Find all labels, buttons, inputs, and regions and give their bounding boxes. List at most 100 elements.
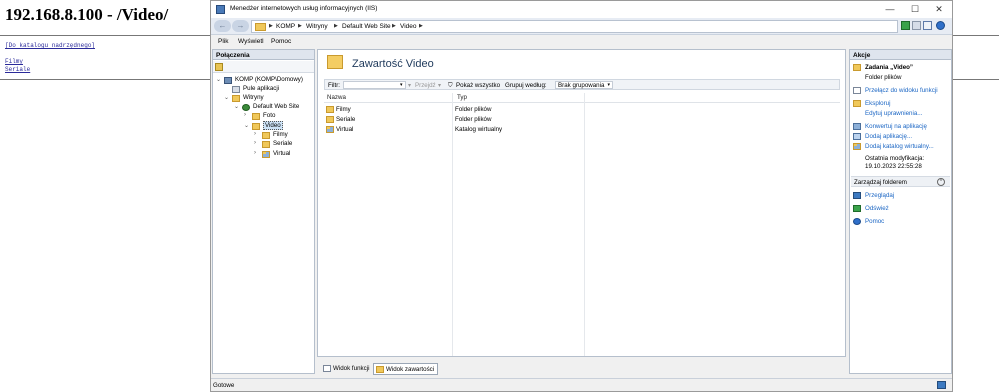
filter-input[interactable] (343, 81, 406, 89)
convert-icon (853, 123, 861, 130)
group-by-select[interactable]: Brak grupowania ▾ (555, 81, 613, 89)
show-all-button[interactable]: Pokaż wszystko (456, 82, 500, 89)
virtual-dir-icon (326, 126, 334, 133)
action-label: Pomoc (865, 218, 885, 225)
action-label: Przełącz do widoku funkcji (865, 87, 938, 94)
tab-content-view[interactable]: Widok zawartości (373, 363, 439, 375)
menu-file[interactable]: Plik (218, 38, 228, 45)
expand-icon[interactable]: › (254, 140, 261, 146)
tab-features-view[interactable]: Widok funkcji (321, 363, 372, 375)
action-label: Edytuj uprawnienia... (865, 110, 923, 117)
add-application-icon (853, 133, 861, 140)
folder-icon (327, 55, 343, 69)
menu-help[interactable]: Pomoc (271, 38, 291, 45)
link-filmy[interactable]: Filmy (5, 58, 23, 65)
collapse-icon[interactable]: ⌄ (234, 103, 241, 110)
action-label: Odśwież (865, 205, 889, 212)
tree-item-label: Video (263, 121, 283, 130)
chevron-down-icon[interactable]: ▾ (438, 82, 441, 89)
expand-icon[interactable]: › (244, 112, 251, 118)
collapse-icon[interactable]: ⌄ (224, 94, 231, 101)
help-icon[interactable] (936, 21, 945, 30)
actions-header: Akcje (849, 49, 952, 60)
show-all-icon: ⛉ (448, 81, 453, 89)
table-row[interactable]: Filmy Folder plików (324, 105, 584, 115)
back-arrow-icon[interactable]: ← (214, 20, 231, 32)
menu-view[interactable]: Wyświetl (238, 38, 264, 45)
action-label: Przeglądaj (865, 192, 895, 199)
go-button[interactable]: Przejdź (415, 82, 436, 89)
tab-label: Widok funkcji (333, 365, 370, 372)
go-filter-icon: ▾ (408, 81, 412, 89)
menu-bar: Plik Wyświetl Pomoc (211, 35, 952, 48)
collapse-section-icon[interactable]: ⌃ (937, 178, 945, 186)
manage-folder-header[interactable]: Zarządzaj folderem ⌃ (851, 176, 950, 187)
expand-icon[interactable]: › (254, 131, 261, 137)
window-icon[interactable] (923, 21, 932, 30)
folder-icon (262, 132, 270, 139)
folder-icon (255, 23, 266, 31)
collapse-icon[interactable]: ⌄ (244, 122, 251, 129)
create-connection-icon[interactable] (215, 63, 223, 71)
column-divider[interactable] (584, 93, 585, 356)
connections-header: Połączenia (212, 49, 315, 60)
tree-item-label: Seriale (273, 140, 293, 147)
iis-manager-window: Menedżer internetowych usług informacyjn… (210, 0, 953, 392)
tree-item-label: Default Web Site (253, 103, 300, 110)
stop-icon[interactable] (912, 21, 921, 30)
breadcrumb-witryny[interactable]: Witryny (306, 23, 328, 30)
content-header: Zawartość Video (318, 50, 845, 76)
window-title: Menedżer internetowych usług informacyjn… (230, 5, 378, 12)
folder-icon (326, 106, 334, 113)
task-subtitle-label: Folder plików (865, 74, 902, 81)
tree-item-label: Virtual (273, 150, 291, 157)
iis-app-icon (216, 5, 225, 14)
collapse-icon[interactable]: ⌄ (216, 76, 223, 83)
expand-icon[interactable]: › (254, 150, 261, 156)
app-pool-icon (232, 86, 240, 93)
features-view-icon (323, 365, 331, 372)
breadcrumb-separator: ▶ (298, 23, 302, 29)
forward-arrow-icon[interactable]: → (232, 20, 249, 32)
folder-icon (252, 123, 260, 130)
content-view-icon (376, 366, 384, 373)
connect-icon[interactable] (901, 21, 910, 30)
action-label: Eksploruj (865, 100, 891, 107)
maximize-button[interactable]: ☐ (903, 1, 927, 18)
status-bar: Gotowe (211, 378, 952, 391)
task-title-label: Zadania „Video” (865, 64, 914, 71)
column-name[interactable]: Nazwa (327, 94, 346, 101)
tab-label: Widok zawartości (386, 366, 435, 373)
filter-bar: Filtr: ▾ ▾ Przejdź ▾ ⛉ Pokaż wszystko Gr… (324, 79, 840, 90)
actions-panel: Akcje Zadania „Video” Folder plików Prze… (849, 49, 952, 374)
parent-directory-link[interactable]: [Do katalogu nadrzędnego] (5, 42, 95, 49)
action-label: Dodaj aplikację... (865, 133, 913, 140)
page-title: Zawartość Video (352, 58, 434, 70)
server-icon (224, 77, 232, 84)
row-name: Filmy (336, 106, 351, 113)
breadcrumb-video[interactable]: Video (400, 23, 417, 30)
group-by-label: Grupuj według: (505, 81, 547, 89)
table-row[interactable]: Seriale Folder plików (324, 115, 584, 125)
row-type: Folder plików (455, 106, 492, 113)
minimize-button[interactable]: — (878, 1, 902, 18)
group-by-value: Brak grupowania (558, 82, 605, 89)
breadcrumb-komp[interactable]: KOMP (276, 23, 295, 30)
chevron-down-icon: ▾ (607, 82, 610, 88)
breadcrumb[interactable]: ▶ KOMP ▶ Witryny ▶ Default Web Site ▶ Vi… (251, 20, 898, 33)
table-row[interactable]: Virtual Katalog wirtualny (324, 125, 584, 135)
column-type[interactable]: Typ (457, 94, 467, 101)
breadcrumb-default-web-site[interactable]: Default Web Site (342, 23, 391, 30)
explore-icon (853, 100, 861, 107)
close-button[interactable]: ✕ (927, 1, 951, 18)
tree-item-label: Filmy (273, 131, 288, 138)
chevron-down-icon[interactable]: ▾ (400, 82, 403, 88)
tree-item-label: Foto (263, 112, 276, 119)
link-seriale[interactable]: Seriale (5, 66, 30, 73)
folder-icon (326, 116, 334, 123)
breadcrumb-separator: ▶ (392, 23, 396, 29)
last-modified-label: Ostatnia modyfikacja: (865, 155, 925, 162)
virtual-dir-icon (262, 151, 270, 158)
globe-icon (242, 104, 250, 111)
row-type: Katalog wirtualny (455, 126, 503, 133)
